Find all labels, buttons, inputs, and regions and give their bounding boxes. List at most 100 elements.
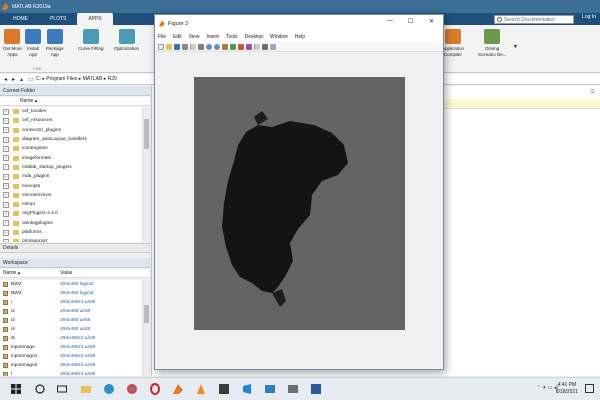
matlab-icon[interactable] [172,383,184,395]
brush-icon[interactable] [246,43,252,50]
workspace-row[interactable]: i2 494x480 uint8 [0,307,142,316]
pan-icon[interactable] [222,43,228,50]
folder-item[interactable]: + printsupport [0,237,142,242]
pointer-icon[interactable] [198,43,204,50]
chrome-icon[interactable] [126,383,138,395]
tab-plots[interactable]: PLOTS [39,13,77,25]
save-icon[interactable] [174,43,180,50]
folder-item[interactable]: + imageformats [0,153,142,162]
package-app-button[interactable]: Package App [46,29,64,58]
insert-colorbar-icon[interactable] [262,43,268,50]
folder-item[interactable]: + cef_locales [0,107,142,116]
application-compiler-button[interactable]: Application Compiler [442,29,464,58]
login-button[interactable]: Log In [582,14,596,20]
workspace-row[interactable]: i3 494x480 uint8 [0,316,142,325]
panel-options-icon[interactable]: ⊙ [590,88,595,95]
folder-item[interactable]: + matlab_startup_plugins [0,163,142,172]
folder-item[interactable]: + microservices [0,191,142,200]
vscode-icon[interactable] [241,383,253,395]
taskbar-clock[interactable]: 4:41 PM 8/18/2021 [556,382,578,396]
gallery-expand-icon[interactable]: ▾ [514,43,517,50]
expand-icon[interactable]: + [3,173,9,180]
open-file-icon[interactable] [166,43,172,50]
scroll-thumb[interactable] [144,305,149,323]
expand-icon[interactable]: + [3,238,9,242]
scroll-thumb[interactable] [144,119,149,149]
workspace-row[interactable]: inputImage 494x480x3 uint8 [0,343,142,352]
workspace-row[interactable]: i 494x480x3 uint8 [0,298,142,307]
vlc-icon[interactable] [195,383,207,395]
menu-insert[interactable]: Insert [206,34,219,40]
file-explorer-icon[interactable] [80,383,92,395]
workspace-scrollbar[interactable] [142,280,150,376]
close-button[interactable]: ✕ [429,18,434,25]
back-arrow-icon[interactable]: ◂ [4,76,12,83]
expand-icon[interactable]: + [3,220,9,227]
curve-fitting-button[interactable]: Curve Fitting [78,29,104,52]
folder-item[interactable]: + diagram_autoLayout_handlers [0,135,142,144]
windows-start-icon[interactable] [10,383,22,395]
print-icon[interactable] [182,43,188,50]
image-viewer-icon[interactable] [287,383,299,395]
zoom-in-icon[interactable] [206,43,212,50]
workspace-row[interactable]: l 494x480x3 uint8 [0,370,142,376]
new-figure-icon[interactable] [158,43,164,50]
browse-folder-icon[interactable]: ▭ [28,76,36,83]
folder-item[interactable]: + mda_plugins [0,172,142,181]
expand-icon[interactable]: + [3,108,9,115]
task-view-icon[interactable] [56,383,68,395]
driving-scenario-button[interactable]: Driving Scenario De... [478,29,507,58]
expand-icon[interactable]: + [3,164,9,171]
folder-item[interactable]: + platforms [0,228,142,237]
menu-window[interactable]: Window [270,34,288,40]
folder-item[interactable]: + mexopts [0,181,142,190]
menu-edit[interactable]: Edit [173,34,182,40]
data-cursor-icon[interactable] [238,43,244,50]
maximize-button[interactable]: ☐ [408,18,413,25]
expand-icon[interactable]: + [3,192,9,199]
expand-icon[interactable]: + [3,201,9,208]
menu-help[interactable]: Help [295,34,305,40]
folder-item[interactable]: + mlmpi [0,200,142,209]
expand-icon[interactable]: + [3,155,9,162]
current-folder-scrollbar[interactable] [142,107,150,242]
menu-desktop[interactable]: Desktop [245,34,263,40]
insert-legend-icon[interactable] [270,43,276,50]
workspace-row[interactable]: BW3 494x480 logical [0,289,142,298]
rotate-icon[interactable] [230,43,236,50]
optimization-button[interactable]: Optimization [114,29,139,52]
edge-icon[interactable] [103,383,115,395]
expand-icon[interactable]: + [3,210,9,217]
folder-item[interactable]: + iconengines [0,144,142,153]
minimize-button[interactable]: — [387,18,393,24]
current-folder-name-column[interactable]: Name ▴ [0,97,150,106]
expand-icon[interactable]: + [3,136,9,143]
zoom-out-icon[interactable] [214,43,220,50]
workspace-name-column[interactable]: Name ▴ [3,269,20,278]
search-documentation-input[interactable]: Search Documentation [494,15,574,24]
install-app-button[interactable]: Install App [25,29,41,58]
search-icon[interactable] [34,383,46,395]
expand-icon[interactable]: + [3,127,9,134]
expand-icon[interactable]: + [3,229,9,236]
workspace-row[interactable]: inputImage2 494x480x3 uint8 [0,361,142,370]
figure-window[interactable]: Figure 2 — ☐ ✕ File Edit View Insert Too… [154,14,444,370]
dark-app-icon[interactable] [218,383,230,395]
workspace-value-column[interactable]: Value [60,269,72,278]
workspace-row[interactable]: inputImage1 494x480x3 uint8 [0,352,142,361]
folder-item[interactable]: + osgPlugins-3.4.0 [0,209,142,218]
expand-icon[interactable]: + [3,183,9,190]
folder-item[interactable]: + connector_plugins [0,126,142,135]
tab-home[interactable]: HOME [2,13,39,25]
folder-item[interactable]: + cef_resources [0,116,142,125]
notification-icon[interactable] [585,384,594,393]
details-panel[interactable]: Details [0,243,150,253]
folder-item[interactable]: + osintegplugins [0,219,142,228]
workspace-row[interactable]: BW2 494x480 logical [0,280,142,289]
workspace-row[interactable]: i4 494x480 uint8 [0,325,142,334]
tab-apps[interactable]: APPS [77,13,113,25]
menu-file[interactable]: File [158,34,166,40]
get-more-apps-button[interactable]: Get More Apps [3,29,22,58]
expand-icon[interactable]: + [3,117,9,124]
forward-arrow-icon[interactable]: ▸ [12,76,20,83]
